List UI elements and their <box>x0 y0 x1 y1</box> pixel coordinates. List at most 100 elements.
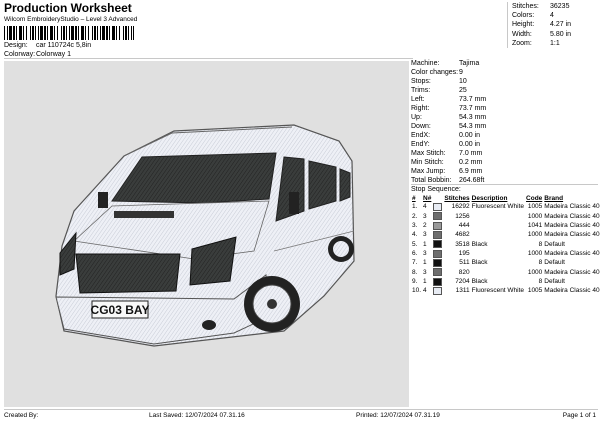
stitch-count: 16292 <box>451 203 470 211</box>
van-embroidery-image: CG03 BAY <box>55 124 355 347</box>
summary-value: 4.27 in <box>550 21 572 29</box>
details-row: Max Stitch: 7.0 mm <box>411 149 591 158</box>
barcode-bar <box>57 26 58 40</box>
thread-description <box>471 222 525 231</box>
needle-number: 1 <box>423 240 427 248</box>
thread-color-swatch <box>433 230 443 239</box>
summary-row: Height: 4.27 in <box>512 20 600 29</box>
thread-code: 1041 <box>527 221 543 229</box>
summary-key: Width: <box>512 30 532 38</box>
details-row: Right: 73.7 mm <box>411 104 591 113</box>
details-value: 10 <box>459 78 467 85</box>
stop-number: 4. <box>412 231 418 239</box>
needle-number: 1 <box>423 277 427 285</box>
thread-code: 1005 <box>527 287 543 295</box>
column-header <box>432 195 443 203</box>
table-row: 5. 1 3518 Black 8 Default <box>411 240 600 249</box>
color-swatch <box>432 221 443 231</box>
barcode-bar <box>131 26 132 40</box>
barcode-bar <box>47 26 48 40</box>
stop-sequence-table: # N# Stitches Description Code Brand 1. 4 16292… <box>411 195 600 296</box>
design-label: Design: <box>4 42 28 49</box>
details-row: Trims: 25 <box>411 86 591 95</box>
thread-brand: Madeira Classic 40 <box>544 203 600 211</box>
barcode-bar <box>71 26 74 40</box>
color-swatch <box>432 249 443 259</box>
thread-description: Black <box>471 277 488 285</box>
summary-box: Stitches: 36235 Colors: 4 Height: 4.27 in Widt… <box>507 2 596 48</box>
details-key: Up: <box>411 114 422 121</box>
barcode-bar <box>94 26 96 40</box>
details-key: EndX: <box>411 132 431 139</box>
table-row: 9. 1 7204 Black 8 Default <box>411 277 600 287</box>
barcode-bar <box>44 26 46 40</box>
thread-description <box>471 268 525 277</box>
color-swatch <box>432 258 443 268</box>
barcode-bar <box>88 26 89 40</box>
thread-color-swatch <box>433 286 443 295</box>
column-header: Stitches <box>444 195 470 202</box>
details-row: Down: 54.3 mm <box>411 122 591 131</box>
barcode-bar <box>109 26 110 40</box>
thread-code: 1000 <box>527 268 543 276</box>
barcode-bar <box>54 26 55 40</box>
barcode-bar <box>133 26 134 40</box>
needle-number: 1 <box>423 259 427 267</box>
stop-number: 2. <box>412 212 418 220</box>
barcode-bar <box>4 26 5 40</box>
stop-number: 10. <box>412 287 422 295</box>
details-key: Left: <box>411 96 425 103</box>
thread-description: Fluorescent White <box>471 287 525 295</box>
stitch-count: 3518 <box>455 240 470 248</box>
summary-value: 1:1 <box>550 39 560 47</box>
thread-brand: Madeira Classic 40 <box>544 221 600 229</box>
barcode-bar <box>7 26 8 40</box>
barcode-bar <box>75 26 77 40</box>
barcode-bar <box>125 26 127 40</box>
thread-brand: Default <box>544 277 565 285</box>
stop-number: 5. <box>412 240 418 248</box>
details-value: 0.2 mm <box>459 159 483 166</box>
thread-color-swatch <box>433 249 443 258</box>
details-value: 0.00 in <box>459 141 481 148</box>
details-value: 73.7 mm <box>459 105 487 112</box>
barcode-bar <box>106 26 108 40</box>
details-key: Right: <box>411 105 430 112</box>
thread-description <box>471 212 525 221</box>
details-key: EndY: <box>411 141 430 148</box>
details-value: 54.3 mm <box>459 114 487 121</box>
details-row: Left: 73.7 mm <box>411 95 591 104</box>
table-row: 4. 3 4682 1000 Madeira Classic 40 <box>411 230 600 240</box>
details-key: Max Stitch: <box>411 150 446 157</box>
barcode-bar <box>128 26 129 40</box>
color-swatch <box>432 212 443 221</box>
details-row: Stops: 10 <box>411 77 591 86</box>
table-row: 10. 4 1311 Fluorescent White 1005 Madeira Cla… <box>411 286 600 296</box>
details-value: 6.9 mm <box>459 168 483 175</box>
thread-brand: Default <box>544 240 565 248</box>
barcode-bar <box>81 26 84 40</box>
details-row: Color changes: 9 <box>411 68 591 77</box>
details-key: Trims: <box>411 87 431 94</box>
barcode-bar <box>102 26 105 40</box>
details-panel: Machine: Tajima Color changes: 9 Stops: 10 Tri… <box>411 59 598 189</box>
details-row: Min Stitch: 0.2 mm <box>411 158 591 167</box>
barcode-bar <box>112 26 115 40</box>
stitch-count: 820 <box>458 268 470 276</box>
summary-value: 5.80 in <box>550 30 572 38</box>
details-value: 73.7 mm <box>459 96 487 103</box>
thread-color-swatch <box>433 221 443 230</box>
thread-color-swatch <box>433 277 443 286</box>
barcode-bar <box>40 26 43 40</box>
created-by: Created By: <box>4 412 39 419</box>
barcode-bar <box>100 26 101 40</box>
table-header-row: # N# Stitches Description Code Brand <box>411 195 600 203</box>
stitch-count: 4682 <box>455 231 470 239</box>
details-value: 9 <box>459 69 463 76</box>
thread-code: 1000 <box>527 249 543 257</box>
design-row: Design: car 110724c 5,8in <box>4 41 204 50</box>
thread-code: 1000 <box>527 212 543 220</box>
stitch-count: 444 <box>458 221 470 229</box>
thread-color-swatch <box>433 212 443 221</box>
worksheet-title: Production Worksheet <box>4 1 132 15</box>
